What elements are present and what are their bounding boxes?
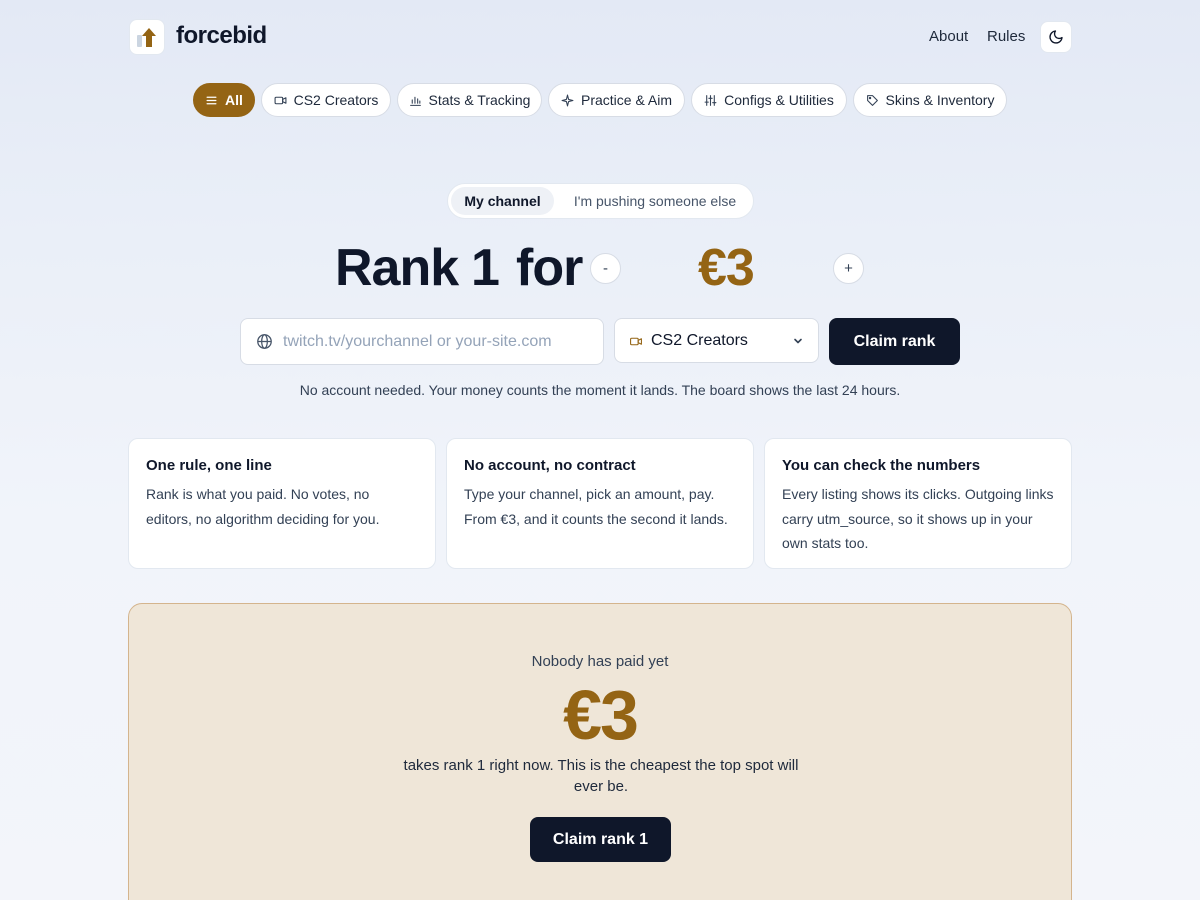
brand-name[interactable]: forcebid [176, 22, 267, 50]
bar-chart-icon [409, 96, 421, 106]
category-pill-stats-tracking[interactable]: Stats & Tracking [397, 83, 542, 117]
moon-icon [1049, 30, 1063, 44]
theme-toggle-button[interactable] [1040, 21, 1072, 53]
info-card-one-rule: One rule, one line Rank is what you paid… [128, 438, 436, 569]
mode-option-someone-else[interactable]: I'm pushing someone else [560, 187, 750, 215]
category-pill-label: Configs & Utilities [724, 92, 834, 108]
category-pill-label: All [225, 92, 243, 108]
card-title: One rule, one line [146, 457, 272, 474]
info-note: No account needed. Your money counts the… [299, 382, 901, 398]
card-title: You can check the numbers [782, 457, 981, 474]
category-select-value: CS2 Creators [651, 332, 748, 349]
tag-icon [866, 94, 878, 106]
sliders-icon [704, 94, 717, 106]
category-pill-cs2-creators[interactable]: CS2 Creators [261, 83, 391, 117]
video-camera-icon [274, 96, 287, 104]
channel-url-field[interactable] [240, 318, 604, 365]
site-header: forcebid About Rules [129, 19, 1072, 55]
bid-amount: €3 [698, 239, 755, 297]
video-camera-icon [630, 337, 642, 346]
nav-rules-link[interactable]: Rules [987, 28, 1025, 45]
empty-board-price: €3 [563, 676, 639, 754]
category-pill-all[interactable]: All [193, 83, 255, 117]
category-select[interactable]: CS2 Creators [614, 318, 819, 363]
category-pill-label: Stats & Tracking [428, 92, 531, 108]
chevron-down-icon [794, 338, 802, 344]
channel-mode-toggle: My channel I'm pushing someone else [447, 183, 754, 219]
category-pill-practice-aim[interactable]: Practice & Aim [548, 83, 685, 117]
increase-amount-button[interactable]: + [833, 253, 864, 284]
rank-number: 1 [471, 239, 500, 297]
channel-url-input[interactable] [283, 319, 593, 364]
info-card-check-numbers: You can check the numbers Every listing … [764, 438, 1072, 569]
rank-label: Rank [335, 239, 459, 297]
rank-for-label: for [516, 239, 583, 297]
list-icon [206, 96, 217, 104]
empty-board-subtitle: takes rank 1 right now. This is the chea… [403, 757, 799, 795]
nav-about-link[interactable]: About [929, 28, 968, 45]
empty-board-title: Nobody has paid yet [531, 653, 669, 670]
claim-rank-button[interactable]: Claim rank [829, 318, 960, 365]
card-body: Type your channel, pick an amount, pay. … [464, 486, 728, 527]
logo-icon[interactable] [129, 19, 165, 55]
category-pill-skins-inventory[interactable]: Skins & Inventory [853, 83, 1007, 117]
card-body: Every listing shows its clicks. Outgoing… [782, 486, 1054, 551]
info-card-no-account: No account, no contract Type your channe… [446, 438, 754, 569]
card-title: No account, no contract [464, 457, 636, 474]
card-body: Rank is what you paid. No votes, no edit… [146, 486, 380, 527]
decrease-amount-button[interactable]: - [590, 253, 621, 284]
category-pill-label: Practice & Aim [580, 92, 673, 108]
mode-option-my-channel[interactable]: My channel [451, 187, 554, 215]
empty-board-panel: Nobody has paid yet €3 takes rank 1 righ… [128, 603, 1072, 900]
category-pill-configs-utilities[interactable]: Configs & Utilities [691, 83, 847, 117]
category-filter-bar: All CS2 Creators Stats & Tracking Practi… [0, 83, 1200, 117]
category-pill-label: Skins & Inventory [885, 92, 995, 108]
claim-rank-1-button[interactable]: Claim rank 1 [530, 817, 671, 862]
category-pill-label: CS2 Creators [293, 92, 379, 108]
globe-icon [257, 334, 272, 349]
sparkle-icon [561, 94, 574, 106]
